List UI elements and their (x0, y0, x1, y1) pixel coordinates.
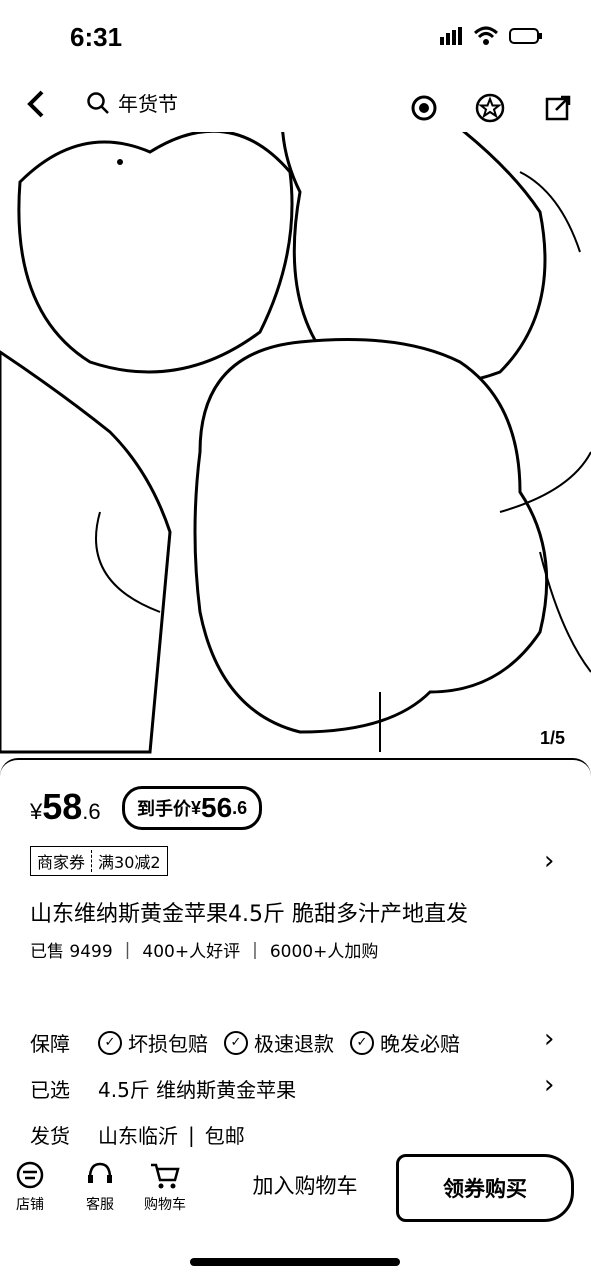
cart-icon (151, 1163, 180, 1189)
search-icon (87, 91, 109, 114)
coupon-chevron-icon[interactable]: › (544, 846, 554, 876)
camera-search-icon[interactable] (406, 90, 442, 126)
check-icon: ✓ (98, 1030, 122, 1055)
add-to-cart-button[interactable]: 加入购物车 (230, 1170, 380, 1200)
current-price: ¥58.6 (30, 786, 101, 827)
cart-count: 6000+人加购 (269, 942, 379, 962)
review-count: 400+人好评 (142, 942, 241, 962)
search-text: 年货节 (118, 92, 178, 116)
coupon-buy-button[interactable]: 领券购买 (396, 1154, 574, 1222)
check-icon: ✓ (350, 1030, 374, 1055)
guarantee-row[interactable]: 保障 ✓ 坏损包赔 ✓ 极速退款 ✓ 晚发必赔 (30, 1028, 476, 1057)
back-icon[interactable] (18, 86, 54, 122)
shipping-origin: 山东临沂 (98, 1124, 178, 1148)
shop-button[interactable]: 店铺 (14, 1160, 46, 1214)
wifi-icon (473, 26, 499, 45)
cart-button[interactable]: 购物车 (144, 1160, 186, 1214)
favorite-star-icon[interactable] (472, 90, 508, 126)
spec-chevron-icon[interactable]: › (544, 1070, 554, 1100)
final-price-badge: 到手价 ¥ 56 .6 (122, 786, 263, 830)
search-bar[interactable]: 年货节 (86, 88, 178, 117)
status-bar: 6:31 (0, 0, 591, 80)
service-button[interactable]: 客服 (84, 1160, 116, 1214)
check-icon: ✓ (224, 1030, 248, 1055)
guarantee-item: ✓ 极速退款 (224, 1028, 334, 1057)
share-icon[interactable] (540, 90, 576, 126)
shipping-row: 发货 山东临沂 | 包邮 (30, 1120, 245, 1149)
image-counter: 1/5 (539, 728, 565, 748)
signal-icon (440, 27, 462, 45)
product-image-gallery[interactable] (0, 50, 591, 772)
coupon-type: 商家券 (37, 853, 86, 872)
guarantee-item: ✓ 晚发必赔 (350, 1028, 460, 1057)
headset-icon (88, 1162, 112, 1183)
selected-spec-row[interactable]: 已选 4.5斤 维纳斯黄金苹果 (30, 1074, 296, 1103)
shipping-fee: 包邮 (204, 1124, 245, 1148)
shop-icon (16, 1161, 44, 1189)
guarantee-item: ✓ 坏损包赔 (98, 1028, 208, 1057)
sold-count: 已售 9499 (30, 942, 113, 962)
status-time: 6:31 (70, 22, 123, 52)
product-title: 山东维纳斯黄金苹果4.5斤 脆甜多汁产地直发 (30, 902, 468, 927)
sales-stats: 已售 9499 | 400+人好评 | 6000+人加购 (30, 937, 379, 963)
coupon-rule: 满30减2 (98, 853, 161, 872)
home-indicator (190, 1258, 400, 1266)
shipping-label: 发货 (30, 1124, 70, 1148)
product-photo (0, 50, 591, 754)
guarantee-chevron-icon[interactable]: › (544, 1024, 554, 1054)
coupon-tag[interactable]: 商家券 满30减2 (30, 846, 168, 876)
selected-value: 4.5斤 维纳斯黄金苹果 (98, 1078, 297, 1102)
selected-label: 已选 (30, 1078, 70, 1102)
battery-icon (509, 28, 542, 44)
guarantee-label: 保障 (30, 1032, 70, 1056)
